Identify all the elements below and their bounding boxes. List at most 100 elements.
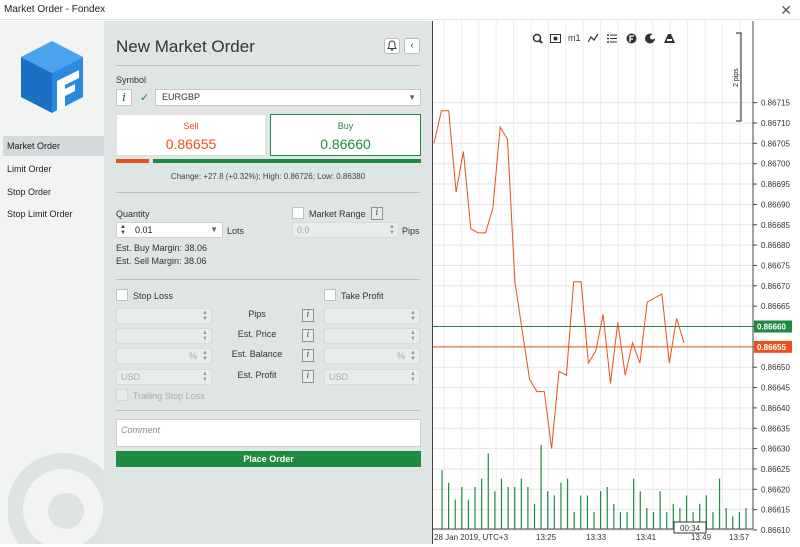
y-tick-label: 0.86615 (761, 506, 790, 515)
y-tick-label: 0.86670 (761, 282, 790, 291)
market-range-label: Market Range (309, 209, 366, 219)
buy-label: Buy (337, 121, 354, 131)
y-tick-label: 0.86695 (761, 180, 790, 189)
chevron-down-icon: ▼ (408, 93, 416, 102)
symbol-value: EURGBP (162, 92, 201, 102)
sell-label: Sell (183, 121, 199, 131)
symbol-select[interactable]: EURGBP ▼ (155, 89, 421, 106)
x-tick-label: 13:25 (536, 533, 557, 542)
buy-button[interactable]: Buy 0.86660 (270, 114, 421, 156)
line-chart-icon[interactable] (587, 33, 599, 43)
est-price-info-icon[interactable]: i (302, 329, 314, 342)
take-profit-profit-input[interactable]: USD ▲ ▼ (324, 369, 420, 385)
comment-placeholder: Comment (121, 425, 161, 435)
price-chart[interactable]: 0.86715 0.86710 0.86705 0.86700 0.86695 0.866… (432, 21, 800, 544)
close-icon[interactable]: ✕ (780, 2, 792, 19)
stepper-arrows-icon: ▲ ▼ (389, 224, 395, 236)
x-tick-label: 28 Jan 2019, UTC+3 (434, 533, 509, 542)
fondex-icon[interactable] (626, 33, 637, 44)
stop-loss-checkbox[interactable] (116, 289, 128, 301)
stop-loss-price-input[interactable]: ▲ ▼ (116, 328, 212, 344)
indicators-icon[interactable] (607, 34, 617, 43)
y-tick-label: 0.86700 (761, 160, 790, 169)
fondex-logo (21, 41, 83, 113)
y-tick-label: 0.86715 (761, 99, 790, 108)
place-order-button[interactable]: Place Order (116, 451, 421, 467)
y-tick-label: 0.86710 (761, 119, 790, 128)
chevron-down-icon: ▼ (210, 225, 218, 234)
zoom-icon[interactable] (532, 33, 543, 44)
stepper-arrows-icon: ▲ ▼ (410, 310, 416, 322)
stop-loss-profit-input[interactable]: USD ▲ ▼ (116, 369, 212, 385)
scale-label: 2 pips (733, 68, 740, 87)
y-tick-label: 0.86625 (761, 465, 790, 474)
y-tick-label: 0.86640 (761, 404, 790, 413)
bell-icon[interactable] (384, 38, 400, 54)
y-tick-label: 0.86635 (761, 424, 790, 433)
y-tick-label: 0.86645 (761, 384, 790, 393)
timeframe-m1-icon[interactable]: m1 (568, 33, 581, 43)
divider (116, 279, 420, 280)
y-tick-label: 0.86675 (761, 261, 790, 270)
est-balance-info-icon[interactable]: i (302, 349, 314, 362)
buy-ratio-bar (153, 159, 421, 163)
symbol-label: Symbol (116, 75, 147, 85)
take-profit-checkbox[interactable] (324, 289, 336, 301)
quantity-label: Quantity (116, 209, 150, 219)
check-icon: ✓ (140, 92, 150, 104)
sell-button[interactable]: Sell 0.86655 (116, 114, 266, 156)
row-label-est-profit: Est. Profit (237, 370, 277, 380)
comment-field[interactable]: Comment (116, 419, 421, 447)
y-tick-label: 0.86690 (761, 200, 790, 209)
y-tick-label: 0.86620 (761, 485, 790, 494)
collapse-chevron-icon[interactable]: ‹ (404, 38, 420, 54)
x-tick-label: 13:41 (636, 533, 657, 542)
sell-price: 0.86655 (165, 136, 217, 152)
y-tick-label: 0.86650 (761, 363, 790, 372)
stop-loss-balance-input[interactable]: % ▲ ▼ (116, 348, 212, 364)
window-title: Market Order - Fondex (4, 4, 106, 15)
market-range-value: 0.0 (297, 225, 310, 235)
currency-unit: USD (329, 372, 349, 382)
bid-line-label: 0.86655 (757, 343, 786, 352)
pips-label: Pips (402, 226, 420, 236)
sidebar-item-stop-limit-order[interactable]: Stop Limit Order (3, 204, 104, 224)
lots-label: Lots (227, 226, 245, 236)
sidebar-item-market-order[interactable]: Market Order (3, 136, 104, 156)
x-tick-label: 13:49 (691, 533, 712, 542)
draw-icon[interactable] (664, 34, 675, 43)
trailing-stop-checkbox[interactable] (116, 389, 128, 401)
page-title: New Market Order (116, 37, 255, 56)
take-profit-price-input[interactable]: ▲ ▼ (324, 328, 420, 344)
y-tick-label: 0.86685 (761, 221, 790, 230)
screenshot-icon[interactable] (550, 34, 561, 43)
market-range-info-icon[interactable]: i (371, 207, 383, 220)
color-theme-icon[interactable] (645, 33, 655, 44)
stop-loss-pips-input[interactable]: ▲ ▼ (116, 308, 212, 324)
row-label-est-price: Est. Price (237, 329, 277, 339)
watermark-logo (8, 453, 104, 544)
stepper-arrows-icon: ▲ ▼ (410, 350, 416, 362)
take-profit-balance-input[interactable]: % ▲ ▼ (324, 348, 420, 364)
sidebar-item-limit-order[interactable]: Limit Order (3, 159, 104, 179)
stepper-arrows-icon: ▲ ▼ (410, 371, 416, 383)
y-tick-label: 0.86680 (761, 241, 790, 250)
y-tick-label: 0.86665 (761, 302, 790, 311)
y-tick-label: 0.86705 (761, 139, 790, 148)
market-range-input[interactable]: 0.0 ▲ ▼ (292, 222, 399, 238)
quantity-stepper[interactable]: ▲ ▼ 0.01 ▼ (116, 222, 223, 238)
symbol-info-button[interactable]: i (116, 89, 132, 106)
chart-canvas[interactable]: 0.86715 0.86710 0.86705 0.86700 0.86695 0.866… (433, 21, 800, 544)
change-summary: Change: +27.8 (+0.32%); High: 0.86726; L… (170, 172, 366, 181)
sidebar-item-stop-order[interactable]: Stop Order (3, 182, 104, 202)
ask-line-label: 0.86660 (757, 323, 786, 332)
divider (116, 65, 420, 66)
price-line (433, 110, 685, 449)
pips-info-icon[interactable]: i (302, 309, 314, 322)
divider (116, 410, 420, 411)
x-tick-label: 13:57 (729, 533, 750, 542)
market-range-checkbox[interactable] (292, 207, 304, 219)
buy-price: 0.86660 (320, 136, 371, 152)
take-profit-pips-input[interactable]: ▲ ▼ (324, 308, 420, 324)
est-profit-info-icon[interactable]: i (302, 370, 314, 383)
